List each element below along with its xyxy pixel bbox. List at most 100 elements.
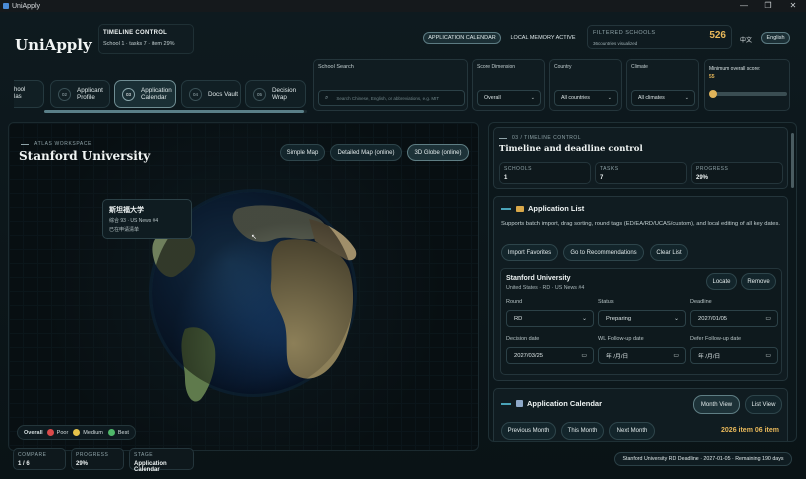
- calendar-icon: [516, 400, 523, 407]
- defer-input[interactable]: 年 /月/日 ▭: [690, 347, 778, 364]
- chevron-down-icon: ⌄: [684, 95, 689, 101]
- tooltip-rank: 综合 93 · US News #4: [109, 218, 159, 224]
- folder-icon: [516, 205, 524, 212]
- school-entry-card: Stanford University United States · RD ·…: [500, 268, 782, 375]
- close-button[interactable]: ✕: [781, 0, 805, 12]
- legend-medium: Medium: [83, 429, 103, 436]
- climate-select[interactable]: All climates ⌄: [631, 90, 695, 106]
- simple-map-button[interactable]: Simple Map: [280, 144, 325, 161]
- score-dimension-select[interactable]: Overall ⌄: [477, 90, 541, 106]
- stat-schools: SCHOOLS 1: [499, 162, 591, 184]
- min-score-label: Minimum overall score:: [709, 66, 761, 72]
- school-search-input[interactable]: ⌕ Search Chinese, English, or abbreviati…: [318, 90, 465, 106]
- score-dimension-value: Overall: [484, 95, 501, 101]
- panel-eyebrow: 03 / TIMELINE CONTROL: [499, 135, 581, 141]
- stat-value: 1: [504, 175, 508, 181]
- panel-scrollbar[interactable]: [791, 133, 794, 188]
- go-to-recommendations-button[interactable]: Go to Recommendations: [563, 244, 644, 261]
- step-atlas[interactable]: hool las: [14, 80, 44, 108]
- country-select[interactable]: All countries ⌄: [554, 90, 618, 106]
- round-select[interactable]: RD ⌄: [506, 310, 594, 327]
- step-label: Decision Wrap: [272, 87, 297, 101]
- minimize-button[interactable]: —: [732, 0, 756, 12]
- list-view-button[interactable]: List View: [745, 395, 782, 414]
- application-list-title: Application List: [501, 204, 584, 213]
- app-icon: [3, 3, 9, 9]
- score-dimension-card: Score Dimension Overall ⌄: [472, 59, 545, 111]
- status-label: Status: [598, 299, 614, 305]
- globe-3d-button[interactable]: 3D Globe (online): [407, 144, 469, 161]
- filtered-schools-sub: 36countries visualized: [593, 41, 638, 46]
- footer-compare-label: COMPARE: [18, 452, 47, 458]
- detailed-map-button[interactable]: Detailed Map (online): [330, 144, 402, 161]
- this-month-button[interactable]: This Month: [561, 422, 604, 440]
- school-tooltip: 斯坦福大学 综合 93 · US News #4 已在申请清单: [102, 199, 192, 239]
- application-list-title-text: Application List: [528, 204, 585, 213]
- school-entry-name: Stanford University: [506, 275, 571, 282]
- step-applicant-profile[interactable]: 02 Applicant Profile: [50, 80, 110, 108]
- globe[interactable]: [9, 123, 479, 451]
- stat-label: SCHOOLS: [504, 166, 532, 172]
- step-application-calendar[interactable]: 03 Application Calendar: [114, 80, 176, 108]
- maximize-button[interactable]: ❐: [756, 0, 780, 12]
- remove-button[interactable]: Remove: [741, 273, 776, 290]
- filtered-schools-label: FILTERED SCHOOLS: [593, 30, 656, 36]
- tooltip-status: 已在申请清单: [109, 227, 140, 233]
- previous-month-button[interactable]: Previous Month: [501, 422, 556, 440]
- footer-progress: PROGRESS 29%: [71, 448, 124, 470]
- deadline-input[interactable]: 2027/01/05 ▭: [690, 310, 778, 327]
- application-calendar-pill[interactable]: APPLICATION CALENDAR: [423, 32, 501, 44]
- steps-progress-fill: [44, 110, 305, 113]
- legend-poor: Poor: [56, 429, 69, 436]
- clear-list-button[interactable]: Clear List: [650, 244, 688, 261]
- defer-value: 年 /月/日: [698, 354, 721, 360]
- deadline-label: Deadline: [690, 299, 712, 305]
- country-value: All countries: [561, 95, 590, 101]
- footer-stage: STAGE Application Calendar: [129, 448, 194, 473]
- tooltip-name: 斯坦福大学: [109, 207, 144, 214]
- step-decision-wrap[interactable]: 05 Decision Wrap: [245, 80, 306, 108]
- status-select[interactable]: Preparing ⌄: [598, 310, 686, 327]
- slider-thumb[interactable]: [709, 90, 717, 98]
- decision-value: 2027/03/25: [514, 352, 544, 359]
- dash-icon: [499, 137, 507, 139]
- legend-poor-swatch: [46, 429, 54, 436]
- stat-value: 7: [600, 175, 604, 181]
- step-docs-vault[interactable]: 04 Docs Vault: [181, 80, 241, 108]
- panel-title: Timeline and deadline control: [499, 144, 643, 154]
- footer-progress-label: PROGRESS: [76, 452, 109, 458]
- school-entry-meta: United States · RD · US News #4: [506, 285, 585, 291]
- application-list-desc: Supports batch import, drag sorting, rou…: [501, 221, 781, 227]
- min-score-value: 55: [709, 74, 715, 80]
- chevron-down-icon: ⌄: [607, 95, 612, 101]
- score-dimension-label: Score Dimension: [477, 64, 516, 70]
- dash-icon: [501, 402, 511, 405]
- chevron-down-icon: ⌄: [673, 316, 679, 322]
- wl-input[interactable]: 年 /月/日 ▭: [598, 347, 686, 364]
- footer-stage-label: STAGE: [134, 452, 154, 458]
- calendar-icon: ▭: [673, 353, 679, 359]
- footer-compare: COMPARE 1 / 6: [13, 448, 66, 470]
- locate-button[interactable]: Locate: [706, 273, 737, 290]
- step-number: 02: [58, 87, 71, 101]
- month-view-button[interactable]: Month View: [693, 395, 740, 414]
- filtered-schools-card: FILTERED SCHOOLS 36countries visualized …: [587, 25, 732, 49]
- deadline-value: 2027/01/05: [698, 315, 728, 322]
- filtered-schools-count: 526: [709, 30, 726, 41]
- next-month-button[interactable]: Next Month: [609, 422, 655, 440]
- round-label: Round: [506, 299, 523, 305]
- import-favorites-button[interactable]: Import Favorites: [501, 244, 558, 261]
- calendar-icon: ▭: [765, 316, 771, 322]
- legend-best-swatch: [107, 429, 115, 436]
- app-logo: UniApply: [15, 36, 92, 54]
- climate-label: Climate: [631, 64, 648, 70]
- stat-progress: PROGRESS 29%: [691, 162, 783, 184]
- country-label: Country: [554, 64, 572, 70]
- lang-en[interactable]: English: [761, 32, 790, 44]
- lang-zh[interactable]: 中文: [740, 35, 752, 44]
- stat-label: TASKS: [600, 166, 619, 172]
- min-score-slider[interactable]: [709, 90, 787, 98]
- steps-progress-track: [44, 110, 307, 113]
- timeline-control-detail: School 1 · tasks 7 · item 29%: [103, 41, 175, 47]
- decision-input[interactable]: 2027/03/25 ▭: [506, 347, 594, 364]
